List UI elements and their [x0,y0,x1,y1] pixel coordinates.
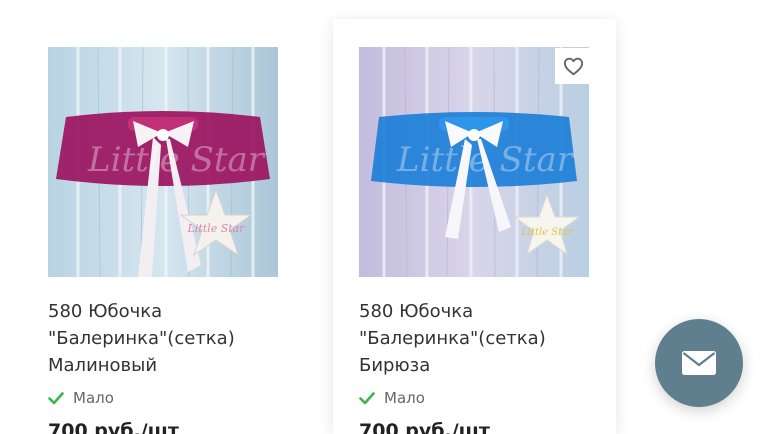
product-title-line: 580 Юбочка [48,301,163,322]
contact-mail-button[interactable] [655,319,743,407]
product-image[interactable]: Little Star Little Star [48,47,278,277]
stock-status: Мало [48,389,114,407]
product-title-line: Бирюза [359,355,431,376]
svg-text:Little Star: Little Star [396,140,575,180]
stock-status: Мало [359,389,425,407]
product-card-turquoise[interactable]: Little Star Little Star 580 Юбочка "Бале… [333,19,616,434]
favorite-button[interactable] [555,48,591,84]
product-title-line: 580 Юбочка [359,301,474,322]
stock-label: Мало [73,389,114,407]
product-title-line: Малиновый [48,355,158,376]
product-title[interactable]: 580 Юбочка "Балеринка"(сетка) Бирюза [359,298,599,379]
product-title[interactable]: 580 Юбочка "Балеринка"(сетка) Малиновый [48,298,288,379]
svg-text:Little Star: Little Star [187,222,246,235]
product-price: 700 руб./шт [359,420,490,434]
svg-text:Little Star: Little Star [520,227,574,238]
check-icon [48,391,64,404]
svg-text:Little Star: Little Star [87,140,266,180]
check-icon [359,391,375,404]
envelope-icon [682,351,716,375]
product-title-line: "Балеринка"(сетка) [359,328,546,349]
heart-outline-icon [563,57,583,75]
product-price: 700 руб./шт [48,420,179,434]
product-title-line: "Балеринка"(сетка) [48,328,235,349]
stock-label: Мало [384,389,425,407]
product-card-raspberry[interactable]: Little Star Little Star 580 Юбочка "Бале… [20,0,305,434]
